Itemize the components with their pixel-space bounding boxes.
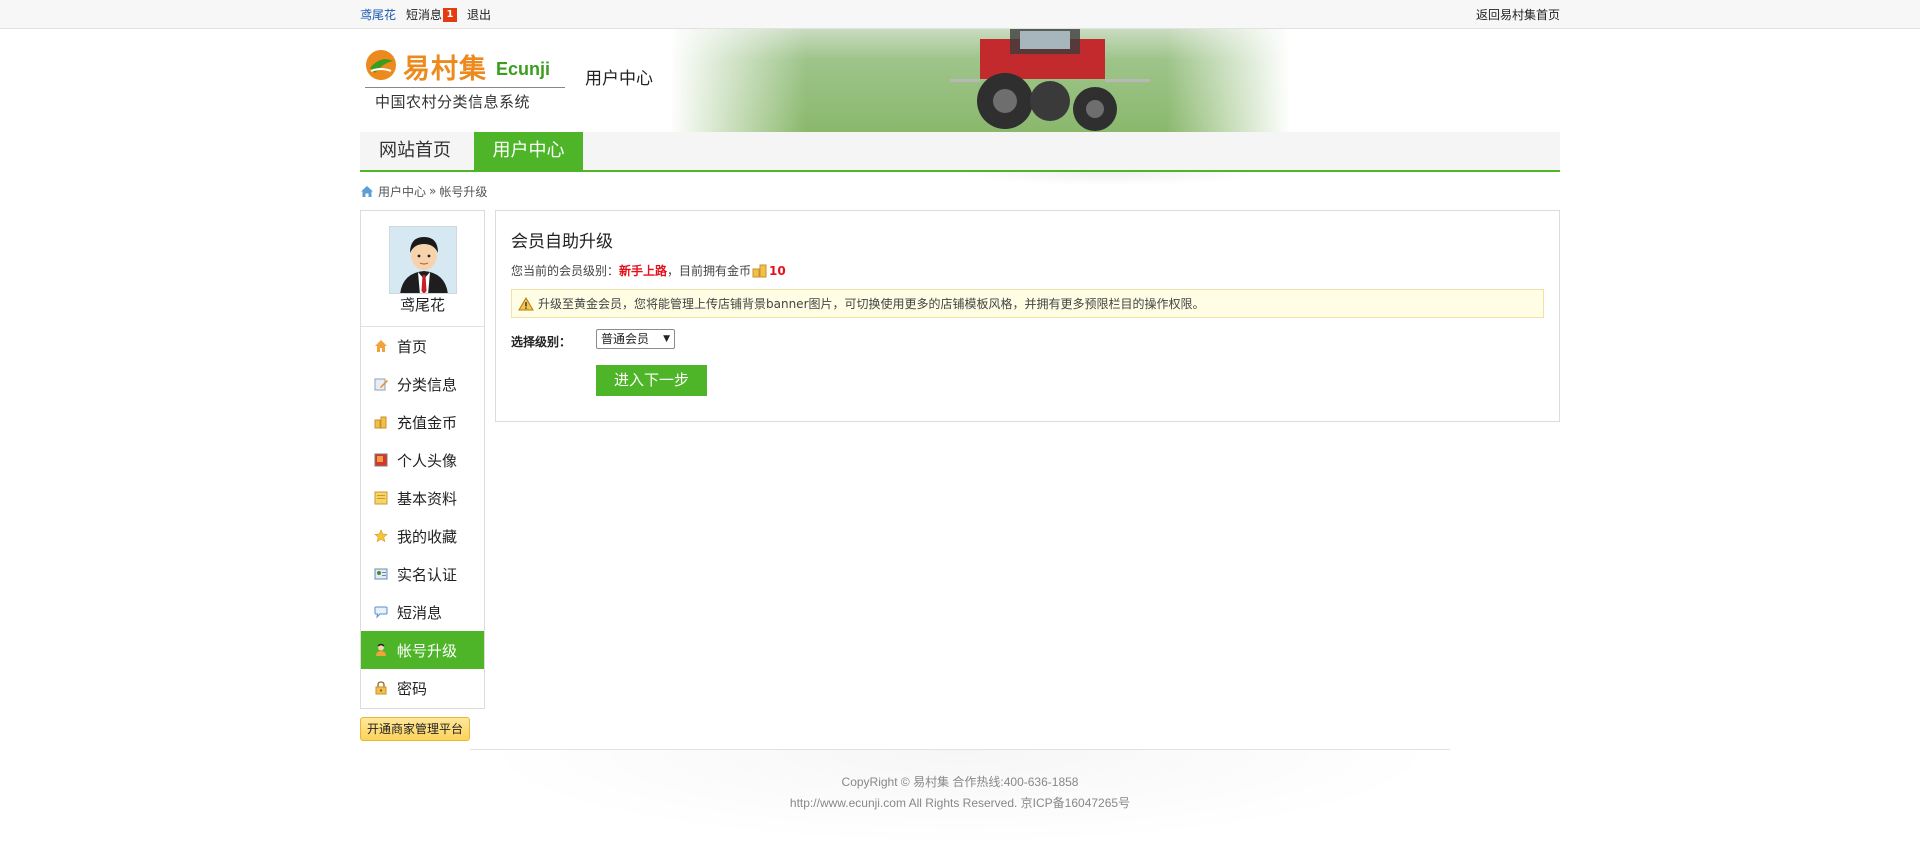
nav-site-home[interactable]: 网站首页 <box>360 132 470 170</box>
warning-icon <box>518 296 534 310</box>
footer-icp: http://www.ecunji.com All Rights Reserve… <box>789 796 1131 810</box>
member-level-line: 您当前的会员级别： 新手上路 ，目前拥有金币 10 <box>511 262 786 279</box>
logo-chinese-name: 易村集 <box>403 54 487 85</box>
home-icon <box>361 185 373 197</box>
open-merchant-platform-button[interactable]: 开通商家管理平台 <box>360 717 470 741</box>
breadcrumb-user-center[interactable]: 用户中心 <box>378 183 426 200</box>
sidebar-item-recharge-coins[interactable]: 充值金币 <box>361 403 484 441</box>
username-link[interactable]: 鸢尾花 <box>360 6 396 23</box>
header-section-title: 用户中心 <box>585 69 653 89</box>
level-select-value: 普通会员 <box>601 332 650 346</box>
page-title: 会员自助升级 <box>511 232 613 252</box>
upgrade-panel: 会员自助升级 您当前的会员级别： 新手上路 ，目前拥有金币 10 升级至黄金会员… <box>495 210 1560 422</box>
upgrade-notice: 升级至黄金会员，您将能管理上传店铺背景banner图片，可切换使用更多的店铺模板… <box>511 289 1544 318</box>
user-upgrade-icon <box>374 643 388 657</box>
lock-icon <box>374 681 388 695</box>
top-bar: 鸢尾花 短消息 1 退出 返回易村集首页 <box>0 0 1920 29</box>
sidebar-item-avatar[interactable]: 个人头像 <box>361 441 484 479</box>
sidebar-item-label: 个人头像 <box>397 451 458 470</box>
sidebar-item-label: 密码 <box>397 679 428 698</box>
picture-icon <box>374 453 388 467</box>
current-level: 新手上路 <box>619 264 668 278</box>
coins-icon <box>752 264 767 277</box>
nav-shadow <box>960 172 1260 186</box>
site-header: 易村集 Ecunji 中国农村分类信息系统 用户中心 <box>360 29 1560 132</box>
next-step-button[interactable]: 进入下一步 <box>596 365 707 396</box>
notepad-icon <box>374 491 388 505</box>
sidebar-item-label: 分类信息 <box>397 375 458 394</box>
sidebar-item-home[interactable]: 首页 <box>361 327 484 365</box>
messages-count-badge: 1 <box>443 7 458 22</box>
level-prefix: 您当前的会员级别： <box>511 264 620 278</box>
sidebar-item-label: 我的收藏 <box>397 527 458 546</box>
breadcrumb: 用户中心 » 帐号升级 <box>360 183 487 199</box>
sidebar-item-favorites[interactable]: 我的收藏 <box>361 517 484 555</box>
notice-text: 升级至黄金会员，您将能管理上传店铺背景banner图片，可切换使用更多的店铺模板… <box>538 297 1205 311</box>
house-icon <box>374 339 388 353</box>
select-level-label: 选择级别： <box>511 335 572 349</box>
breadcrumb-current: 帐号升级 <box>439 184 488 199</box>
logout-link[interactable]: 退出 <box>467 6 491 23</box>
id-card-icon <box>374 567 388 581</box>
sidebar-menu: 首页 分类信息 充值金币 个人头像 基本资料 我的收藏 实名认证 短消息 帐号升… <box>361 326 484 707</box>
sidebar-item-label: 充值金币 <box>397 413 458 432</box>
sidebar-item-real-name-auth[interactable]: 实名认证 <box>361 555 484 593</box>
chat-bubble-icon <box>374 605 388 619</box>
logo-divider <box>365 87 565 88</box>
dropdown-arrow-icon: ▼ <box>663 334 670 344</box>
sidebar-item-password[interactable]: 密码 <box>361 669 484 707</box>
user-avatar-icon <box>390 227 456 293</box>
coin-balance: 10 <box>769 263 786 278</box>
tractor-illustration <box>950 29 1150 131</box>
logo-english-name: Ecunji <box>496 59 551 79</box>
footer-copyright: CopyRight © 易村集 合作热线:400-636-1858 <box>841 775 1079 789</box>
sidebar-item-label: 实名认证 <box>397 565 458 584</box>
edit-note-icon <box>374 377 388 391</box>
coins-icon <box>374 415 388 429</box>
main-nav: 网站首页 用户中心 <box>360 132 1560 172</box>
sidebar-item-label: 基本资料 <box>397 489 458 508</box>
breadcrumb-separator: » <box>429 184 437 198</box>
level-select[interactable]: 普通会员 ▼ <box>596 329 675 349</box>
avatar[interactable] <box>389 226 457 294</box>
star-icon <box>374 529 388 543</box>
leaf-logo-icon <box>366 50 396 80</box>
sidebar-item-account-upgrade[interactable]: 帐号升级 <box>361 631 484 669</box>
sidebar-item-label: 帐号升级 <box>397 641 458 660</box>
sidebar-item-label: 短消息 <box>397 603 443 622</box>
sidebar-item-messages[interactable]: 短消息 <box>361 593 484 631</box>
messages-link[interactable]: 短消息 <box>406 6 442 23</box>
sidebar-item-classified-info[interactable]: 分类信息 <box>361 365 484 403</box>
sidebar-item-basic-info[interactable]: 基本资料 <box>361 479 484 517</box>
back-to-home-link[interactable]: 返回易村集首页 <box>1476 6 1560 23</box>
logo-subtitle: 中国农村分类信息系统 <box>375 93 531 111</box>
user-sidebar: 鸢尾花 首页 分类信息 充值金币 个人头像 基本资料 我的收藏 实名认证 短消息… <box>360 210 485 709</box>
coins-prefix: ，目前拥有金币 <box>667 264 752 278</box>
nav-user-center[interactable]: 用户中心 <box>474 132 583 170</box>
site-logo[interactable]: 易村集 Ecunji 中国农村分类信息系统 <box>365 47 565 113</box>
sidebar-username: 鸢尾花 <box>399 296 445 314</box>
sidebar-item-label: 首页 <box>397 337 428 356</box>
